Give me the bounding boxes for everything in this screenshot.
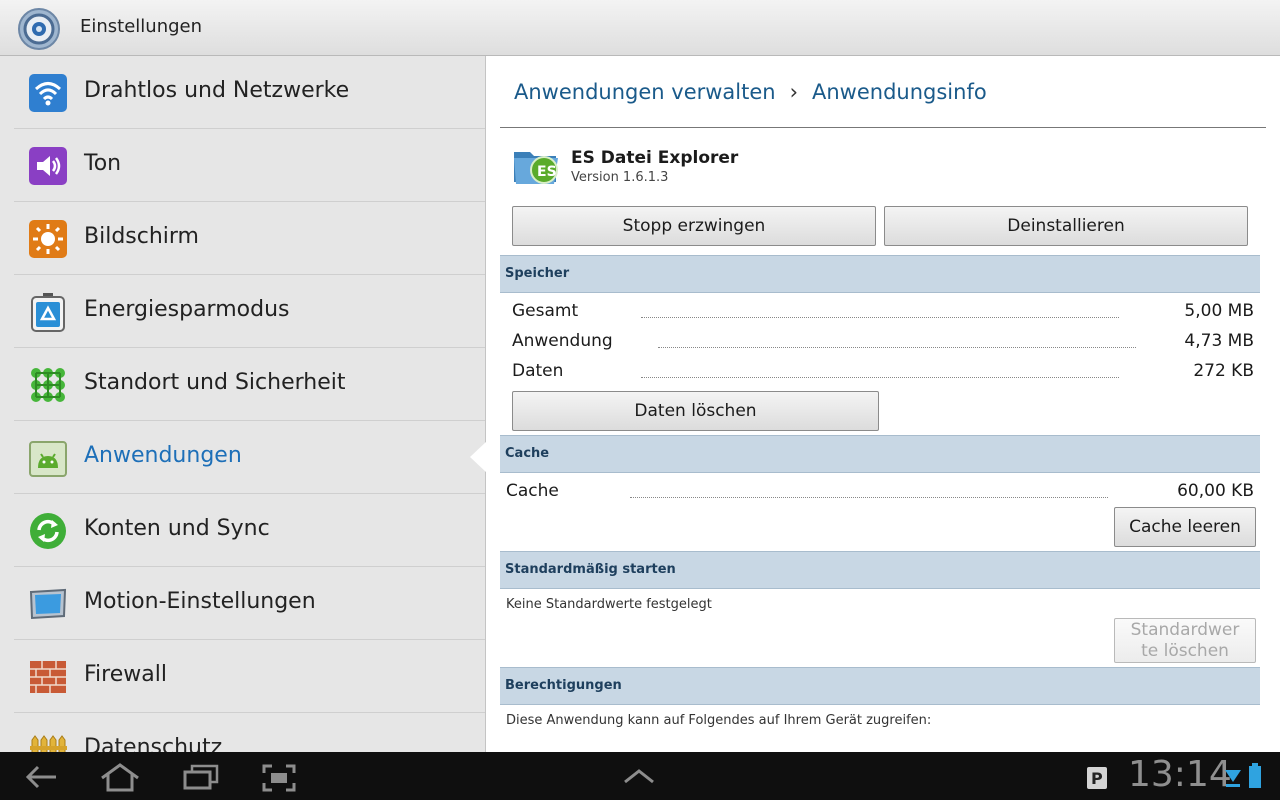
settings-gear-icon[interactable] [17, 7, 61, 51]
breadcrumb-separator: › [789, 80, 798, 104]
svg-text:ES: ES [537, 164, 557, 180]
leader-dots [641, 317, 1119, 318]
sidebar-item-label: Anwendungen [84, 443, 242, 468]
sync-icon [30, 513, 66, 549]
sidebar-item-label: Motion-Einstellungen [84, 589, 316, 614]
system-bar: P 13:14 [0, 752, 1280, 800]
cache-label: Cache [506, 481, 559, 501]
storage-data-label: Daten [512, 361, 564, 381]
permissions-text: Diese Anwendung kann auf Folgendes auf I… [506, 713, 932, 728]
breadcrumb: Anwendungen verwalten › Anwendungsinfo [514, 80, 987, 104]
screenshot-icon[interactable] [262, 764, 296, 792]
settings-category-list: Drahtlos und Netzwerke Ton Bildschirm En… [0, 56, 486, 752]
sidebar-item-power-saving[interactable]: Energiesparmodus [14, 275, 486, 348]
permissions-section-header: Berechtigungen [500, 667, 1260, 705]
uninstall-button[interactable]: Deinstallieren [884, 206, 1248, 246]
force-stop-button[interactable]: Stopp erzwingen [512, 206, 876, 246]
launch-defaults-section-header: Standardmäßig starten [500, 551, 1260, 589]
sidebar-item-label: Konten und Sync [84, 516, 270, 541]
location-grid-icon [31, 368, 65, 402]
clear-cache-button[interactable]: Cache leeren [1114, 507, 1256, 547]
battery-recycle-icon [31, 293, 65, 332]
cache-value: 60,00 KB [1177, 481, 1254, 501]
sidebar-item-label: Energiesparmodus [84, 297, 290, 322]
battery-icon [1249, 763, 1261, 788]
motion-tablet-icon [29, 588, 67, 620]
brick-wall-icon [30, 661, 66, 693]
back-icon[interactable] [24, 764, 58, 790]
cache-section-header: Cache [500, 435, 1260, 473]
sidebar-item-display[interactable]: Bildschirm [14, 202, 486, 275]
svg-text:P: P [1091, 769, 1103, 788]
sidebar-item-label: Firewall [84, 662, 167, 687]
sidebar-item-location-security[interactable]: Standort und Sicherheit [14, 348, 486, 421]
title-bar: Einstellungen [0, 0, 1280, 56]
clear-defaults-label-line2: te löschen [1141, 640, 1229, 661]
section-title: Standardmäßig starten [505, 562, 676, 577]
sidebar-item-privacy[interactable]: Datenschutz [14, 713, 486, 752]
sidebar-item-wireless[interactable]: Drahtlos und Netzwerke [14, 56, 486, 129]
leader-dots [658, 347, 1136, 348]
sidebar-item-motion[interactable]: Motion-Einstellungen [14, 567, 486, 640]
app-info-pane: Anwendungen verwalten › Anwendungsinfo ES … [486, 56, 1280, 752]
leader-dots [630, 497, 1108, 498]
storage-section-header: Speicher [500, 255, 1260, 293]
app-title: Einstellungen [80, 16, 203, 37]
breadcrumb-current: Anwendungsinfo [812, 80, 987, 104]
app-name: ES Datei Explorer [571, 148, 739, 168]
chevron-up-icon[interactable] [622, 768, 656, 784]
clear-data-button[interactable]: Daten löschen [512, 391, 879, 431]
es-file-explorer-icon: ES [514, 152, 558, 184]
storage-total-value: 5,00 MB [1184, 301, 1254, 321]
fence-icon [30, 735, 67, 752]
section-title: Speicher [505, 266, 570, 281]
sidebar-item-firewall[interactable]: Firewall [14, 640, 486, 713]
leader-dots [641, 377, 1119, 378]
selection-pointer [470, 441, 487, 473]
storage-app-value: 4,73 MB [1184, 331, 1254, 351]
header-divider [500, 127, 1266, 128]
sidebar-item-applications[interactable]: Anwendungen [14, 421, 486, 494]
sidebar-item-label: Datenschutz [84, 735, 223, 752]
brightness-icon [29, 220, 67, 258]
storage-total-label: Gesamt [512, 301, 579, 321]
storage-app-label: Anwendung [512, 331, 613, 351]
sidebar-item-sound[interactable]: Ton [14, 129, 486, 202]
home-icon[interactable] [98, 762, 142, 792]
sidebar-item-accounts-sync[interactable]: Konten und Sync [14, 494, 486, 567]
speaker-icon [29, 147, 67, 185]
storage-data-value: 272 KB [1193, 361, 1254, 381]
section-title: Cache [505, 446, 550, 461]
notification-p-icon[interactable]: P [1086, 766, 1108, 790]
sidebar-item-label: Drahtlos und Netzwerke [84, 78, 350, 103]
breadcrumb-parent[interactable]: Anwendungen verwalten [514, 80, 776, 104]
wifi-icon [29, 74, 67, 112]
wifi-signal-icon [1225, 770, 1241, 787]
clear-defaults-button[interactable]: Standardwer te löschen [1114, 618, 1256, 663]
sidebar-item-label: Standort und Sicherheit [84, 370, 346, 395]
sidebar-item-label: Bildschirm [84, 224, 199, 249]
clock[interactable]: 13:14 [1128, 754, 1232, 795]
no-defaults-text: Keine Standardwerte festgelegt [506, 597, 712, 612]
section-title: Berechtigungen [505, 678, 622, 693]
clear-defaults-label-line1: Standardwer [1130, 619, 1240, 640]
app-version: Version 1.6.1.3 [571, 170, 669, 185]
sidebar-item-label: Ton [84, 151, 122, 176]
android-app-icon [29, 441, 67, 477]
recent-apps-icon[interactable] [182, 764, 220, 790]
